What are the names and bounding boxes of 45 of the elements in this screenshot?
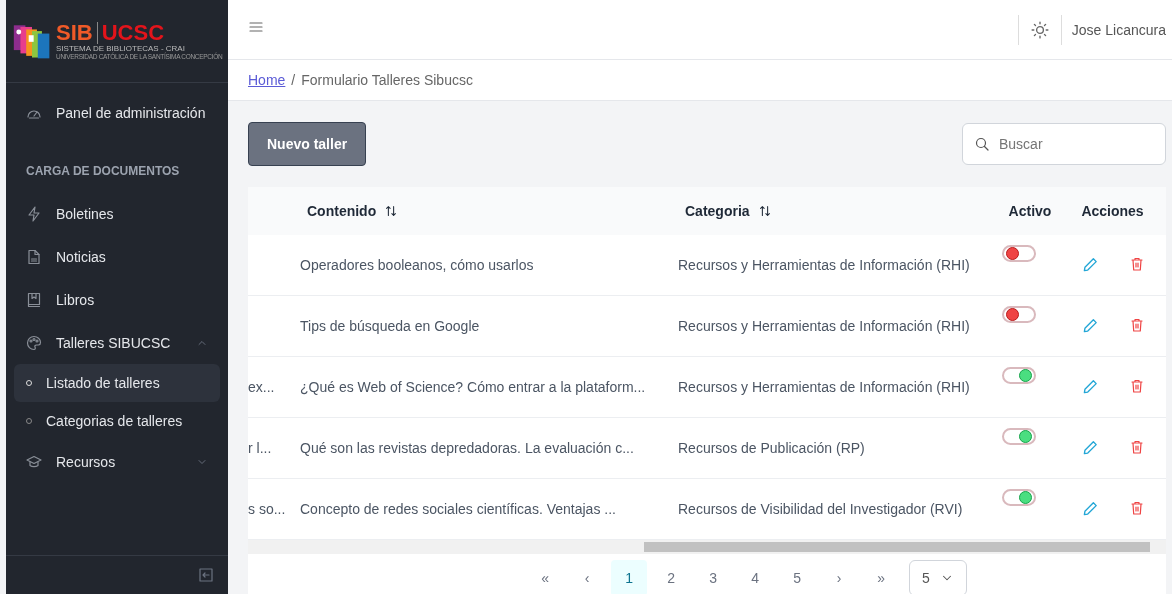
page-size-dropdown[interactable]: 5 bbox=[909, 560, 967, 594]
table-cell: s so... bbox=[248, 501, 286, 517]
table-cell: Qué son las revistas depredadoras. La evaluación c... bbox=[300, 440, 634, 456]
page-button[interactable]: 2 bbox=[653, 560, 690, 594]
table-cell: Recursos de Visibilidad del Investigador (RVI) bbox=[678, 501, 963, 517]
sidebar-subitem[interactable]: Categorias de talleres bbox=[14, 402, 220, 440]
sidebar-subitem[interactable]: Listado de talleres bbox=[14, 364, 220, 402]
logo-title: UCSC bbox=[96, 22, 165, 44]
table-cell: Concepto de redes sociales científicas. Ventajas ... bbox=[300, 501, 616, 517]
last-page-button[interactable]: » bbox=[863, 560, 900, 594]
column-header[interactable]: Contenido bbox=[307, 203, 377, 219]
sidebar-item[interactable]: Panel de administración bbox=[14, 91, 220, 134]
page-button[interactable]: 5 bbox=[779, 560, 816, 594]
breadcrumb-separator: / bbox=[291, 72, 296, 89]
search-field[interactable]: Buscar bbox=[962, 123, 1166, 165]
sidebar-item[interactable]: Recursos bbox=[14, 440, 220, 483]
sidebar-section-label: CARGA DE DOCUMENTOS bbox=[25, 163, 181, 180]
table-cell: ex... bbox=[248, 379, 275, 395]
table-cell: Recursos y Herramientas de Información (RHI) bbox=[678, 257, 970, 273]
previous-page-button[interactable]: ‹ bbox=[569, 560, 606, 594]
page-button[interactable]: 4 bbox=[737, 560, 774, 594]
sidebar-item[interactable]: Boletines bbox=[14, 192, 220, 235]
table-cell: Recursos y Herramientas de Información (RHI) bbox=[678, 318, 970, 334]
column-header: Acciones bbox=[1081, 203, 1144, 219]
breadcrumb-current: Formulario Talleres Sibucsc bbox=[301, 72, 473, 89]
table-cell: r l... bbox=[248, 440, 272, 456]
logo-title: SIB bbox=[56, 22, 93, 44]
table-cell: ¿Qué es Web of Science? Cómo entrar a la plataform... bbox=[300, 379, 646, 395]
sidebar-item[interactable]: Noticias bbox=[14, 235, 220, 278]
breadcrumb-link[interactable]: Home bbox=[248, 72, 286, 89]
next-page-button[interactable]: › bbox=[821, 560, 858, 594]
page-button[interactable]: 1 bbox=[611, 560, 648, 594]
user-name[interactable]: Jose Licancura bbox=[1061, 22, 1166, 38]
column-header[interactable]: Categoria bbox=[685, 203, 750, 219]
page-button[interactable]: 3 bbox=[695, 560, 732, 594]
table-cell: Recursos de Publicación (RP) bbox=[678, 440, 865, 456]
new-workshop-button[interactable]: Nuevo taller bbox=[248, 122, 367, 166]
table-cell: Operadores booleanos, cómo usarlos bbox=[300, 257, 534, 273]
first-page-button[interactable]: « bbox=[527, 560, 564, 594]
sidebar-item[interactable]: Libros bbox=[14, 278, 220, 321]
logo-subtitle: SISTEMA DE BIBLIOTECAS - CRAI bbox=[56, 44, 185, 53]
sidebar-item[interactable]: Talleres SIBUCSC bbox=[14, 321, 220, 364]
table-cell: Recursos y Herramientas de Información (RHI) bbox=[678, 379, 970, 395]
column-header: Activo bbox=[1008, 203, 1052, 219]
table-cell: Tips de búsqueda en Google bbox=[300, 318, 480, 334]
